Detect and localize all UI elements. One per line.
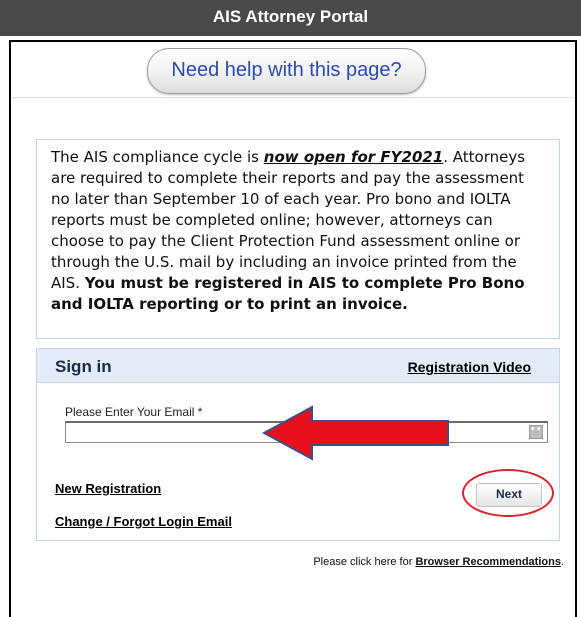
help-button[interactable]: Need help with this page? [147,48,426,94]
email-label: Please Enter Your Email * [65,405,203,419]
ellipsis-icon[interactable]: ••• [529,425,547,439]
email-input[interactable]: ••• [65,421,548,443]
notice-text-1: The AIS compliance cycle is [51,148,264,166]
notice-text-2: . Attorneys are required to complete the… [51,148,526,292]
compliance-notice: The AIS compliance cycle is now open for… [36,139,560,339]
notice-paragraph: The AIS compliance cycle is now open for… [51,147,547,315]
header-divider [11,97,575,98]
browser-recommendations-link[interactable]: Browser Recommendations [415,556,560,568]
notice-highlight: now open for FY2021 [263,148,444,166]
next-button[interactable]: Next [476,483,542,507]
signin-header: Sign in Registration Video [37,349,559,383]
registration-video-link[interactable]: Registration Video [408,359,531,375]
portal-title: AIS Attorney Portal [0,0,581,36]
browser-note-suffix: . [560,556,564,568]
browser-note-prefix: Please click here for [313,556,416,568]
notice-requirement: You must be registered in AIS to complet… [51,274,525,313]
browser-note: Please click here for Browser Recommenda… [313,556,564,568]
signin-panel: Sign in Registration Video Please Enter … [36,348,560,541]
new-registration-link[interactable]: New Registration [55,481,161,496]
signin-title: Sign in [55,357,112,376]
change-email-link[interactable]: Change / Forgot Login Email [55,514,232,529]
